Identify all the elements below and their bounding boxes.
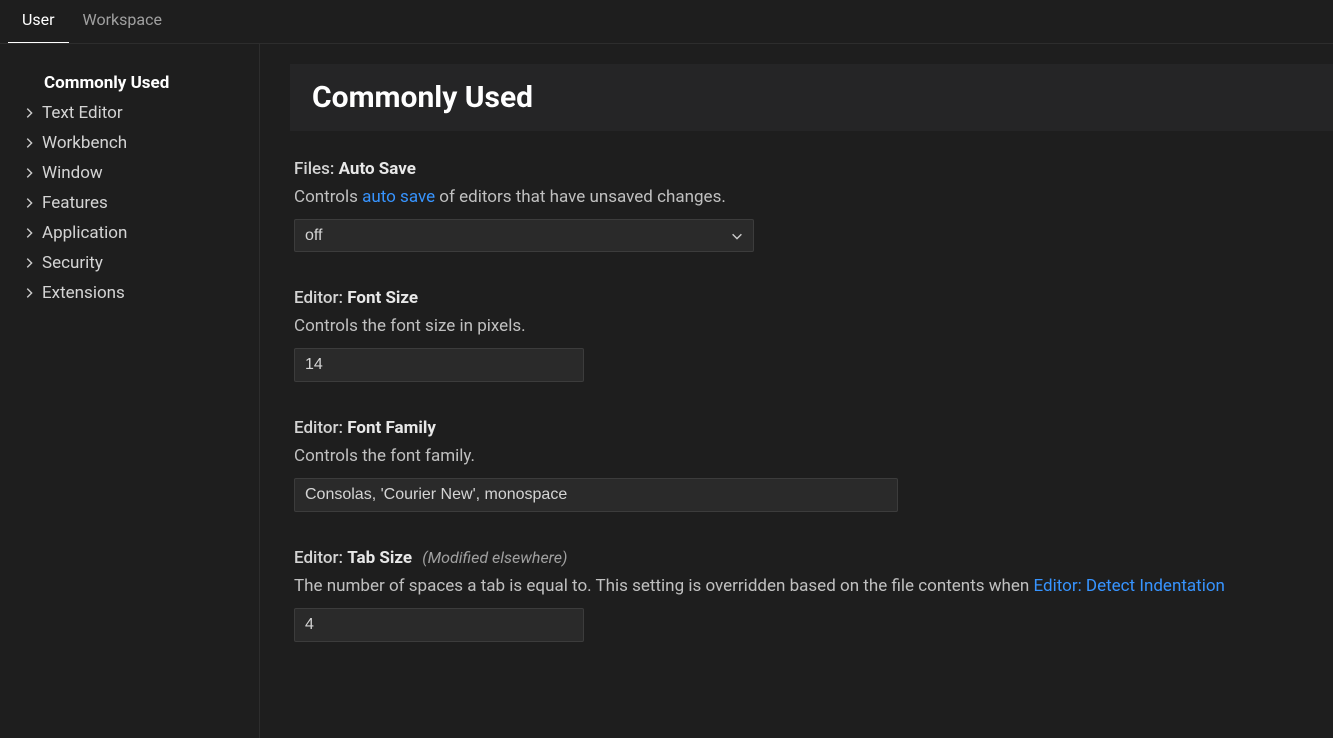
setting-label-prefix: Editor: — [294, 548, 347, 568]
sidebar-item-workbench[interactable]: Workbench — [22, 128, 259, 158]
setting-font-size: Editor: Font Size Controls the font size… — [290, 288, 1333, 382]
setting-description: The number of spaces a tab is equal to. … — [294, 576, 1333, 596]
setting-label-prefix: Editor: — [294, 288, 347, 308]
sidebar-item-window[interactable]: Window — [22, 158, 259, 188]
setting-label: Editor: Tab Size (Modified elsewhere) — [294, 548, 1333, 568]
sidebar-item-label: Application — [42, 223, 127, 243]
setting-label-prefix: Editor: — [294, 418, 347, 438]
setting-label-name: Tab Size — [347, 548, 412, 568]
setting-description: Controls the font family. — [294, 446, 1333, 466]
auto-save-select-wrap: off — [294, 219, 754, 252]
chevron-right-icon — [22, 226, 38, 240]
settings-scope-tabs: User Workspace — [0, 0, 1333, 44]
setting-label-name: Font Family — [347, 418, 436, 438]
font-size-input[interactable] — [294, 348, 584, 382]
tab-workspace[interactable]: Workspace — [69, 0, 176, 43]
setting-font-family: Editor: Font Family Controls the font fa… — [290, 418, 1333, 512]
setting-annotation: (Modified elsewhere) — [422, 548, 567, 567]
settings-sidebar: Commonly Used Text Editor Workbench Wind… — [0, 44, 260, 738]
tab-size-input[interactable] — [294, 608, 584, 642]
chevron-right-icon — [22, 136, 38, 150]
font-family-input[interactable] — [294, 478, 898, 512]
chevron-right-icon — [22, 256, 38, 270]
setting-label: Files: Auto Save — [294, 159, 1333, 179]
sidebar-item-features[interactable]: Features — [22, 188, 259, 218]
tab-user[interactable]: User — [8, 0, 69, 43]
sidebar-item-commonly-used[interactable]: Commonly Used — [22, 68, 259, 98]
sidebar-item-text-editor[interactable]: Text Editor — [22, 98, 259, 128]
chevron-right-icon — [22, 196, 38, 210]
sidebar-item-label: Window — [42, 163, 103, 183]
setting-description: Controls the font size in pixels. — [294, 316, 1333, 336]
detect-indentation-link[interactable]: Editor: Detect Indentation — [1034, 576, 1225, 596]
sidebar-item-security[interactable]: Security — [22, 248, 259, 278]
setting-auto-save: Files: Auto Save Controls auto save of e… — [290, 159, 1333, 252]
setting-label-name: Auto Save — [339, 159, 416, 179]
setting-label: Editor: Font Size — [294, 288, 1333, 308]
settings-body: Commonly Used Text Editor Workbench Wind… — [0, 44, 1333, 738]
sidebar-item-label: Text Editor — [42, 103, 123, 123]
sidebar-item-extensions[interactable]: Extensions — [22, 278, 259, 308]
auto-save-select[interactable]: off — [294, 219, 754, 252]
sidebar-item-label: Security — [42, 253, 103, 273]
setting-label-name: Font Size — [347, 288, 418, 308]
chevron-right-icon — [22, 106, 38, 120]
setting-label-prefix: Files: — [294, 159, 339, 179]
settings-main: Commonly Used Files: Auto Save Controls … — [260, 44, 1333, 738]
setting-description: Controls auto save of editors that have … — [294, 187, 1333, 207]
auto-save-link[interactable]: auto save — [362, 187, 435, 207]
sidebar-item-label: Commonly Used — [44, 73, 169, 93]
sidebar-item-label: Features — [42, 193, 108, 213]
setting-label: Editor: Font Family — [294, 418, 1333, 438]
sidebar-item-application[interactable]: Application — [22, 218, 259, 248]
chevron-right-icon — [22, 166, 38, 180]
chevron-right-icon — [22, 286, 38, 300]
sidebar-item-label: Workbench — [42, 133, 127, 153]
sidebar-item-label: Extensions — [42, 283, 125, 303]
page-title-bar: Commonly Used — [290, 64, 1333, 131]
page-title: Commonly Used — [312, 80, 1311, 115]
setting-tab-size: Editor: Tab Size (Modified elsewhere) Th… — [290, 548, 1333, 642]
